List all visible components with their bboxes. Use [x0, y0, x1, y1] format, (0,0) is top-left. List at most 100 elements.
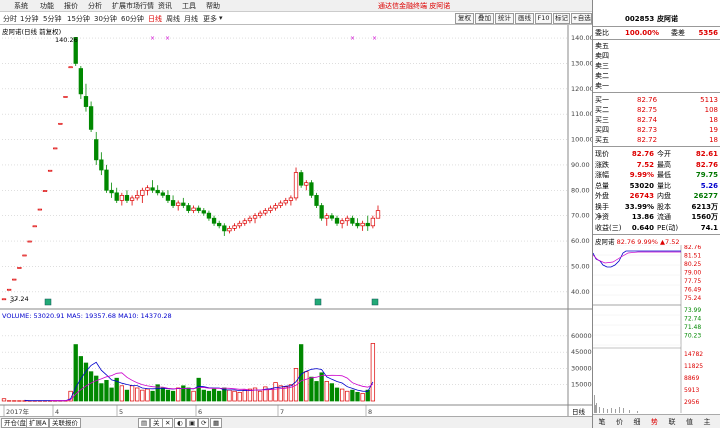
candle [181, 202, 186, 206]
volume-bar [129, 385, 135, 402]
candle [1, 298, 7, 301]
ask-row: 卖五 [595, 42, 609, 50]
mark-button[interactable]: 标记 [553, 13, 570, 24]
adjust-button[interactable]: 复权 [455, 13, 474, 24]
tab-icon-6[interactable]: ⟳ [198, 418, 210, 428]
candle [334, 217, 340, 224]
kline-svg[interactable]: 40.00 50.00 60.00 70.00 80.00 90.00 100.00 110.… [0, 25, 594, 417]
candle [114, 192, 119, 201]
info-icon [371, 298, 379, 306]
y-tick-label: 140.00 [571, 34, 592, 42]
candle [83, 96, 89, 107]
tab-icon-7[interactable]: ▦ [210, 418, 223, 428]
period-monthly[interactable]: 月线 [184, 14, 198, 24]
x-date-label: 7 [280, 408, 284, 416]
x-date-label: 2017年 [6, 407, 30, 416]
candle [140, 189, 145, 196]
menu-quote[interactable]: 报价 [64, 1, 78, 11]
candle [63, 96, 68, 98]
tab-icon-4[interactable]: ◐ [174, 418, 186, 428]
candle [299, 172, 304, 186]
candle [309, 182, 314, 196]
period-5min[interactable]: 5分钟 [43, 14, 61, 24]
period-fenshi[interactable]: 分时 [3, 14, 17, 24]
mini-pct-tick: 70.23 [684, 333, 701, 340]
volume-bar [109, 387, 114, 402]
menu-system[interactable]: 系统 [14, 1, 28, 11]
menu-analysis[interactable]: 分析 [88, 1, 102, 11]
volume-bar [124, 389, 130, 402]
tab-icon-5[interactable]: ▣ [186, 418, 199, 428]
kline-chart-area[interactable]: 40.00 50.00 60.00 70.00 80.00 90.00 100.00 110.… [0, 25, 594, 417]
volume-bar [242, 389, 247, 402]
candle [268, 207, 273, 211]
ask-row: 卖四 [595, 52, 609, 60]
bottom-icon-5[interactable]: 值 [683, 416, 697, 428]
tab-icon-2[interactable]: 关 [150, 418, 163, 428]
period-weekly[interactable]: 周线 [166, 14, 180, 24]
volume-bar [355, 391, 360, 402]
y-tick-label: 110.00 [571, 110, 592, 118]
bottom-icon-3[interactable]: 势 [648, 416, 662, 428]
tab-icon-1[interactable]: ▤ [138, 418, 151, 428]
mini-pct-tick: 72.74 [684, 316, 701, 323]
menu-function[interactable]: 功能 [40, 1, 54, 11]
add-watchlist-button[interactable]: +自选 [571, 13, 592, 24]
candle [27, 240, 32, 243]
candle [293, 172, 299, 199]
mini-price-tick: 76.49 [684, 287, 701, 294]
bottom-icon-1[interactable]: 价 [613, 416, 627, 428]
candle [42, 190, 48, 192]
candle [22, 254, 27, 257]
bottom-icon-4[interactable]: 联 [665, 416, 679, 428]
volume-bar [181, 385, 186, 402]
mini-pct-tick: 73.99 [684, 307, 701, 314]
candle [155, 189, 160, 194]
volume-bar [170, 390, 176, 402]
volume-bar [345, 390, 350, 402]
period-daily[interactable]: 日线 [148, 14, 162, 24]
candle [176, 202, 181, 206]
tab-icon-3[interactable]: ✕ [162, 418, 174, 428]
candle [375, 210, 381, 219]
stat-row: 现价 82.76 今开 82.61 [595, 150, 718, 158]
stats-button[interactable]: 统计 [495, 13, 514, 24]
mini-volume-bar [594, 395, 595, 413]
candle [201, 210, 206, 214]
tab-related-quote[interactable]: 关联报价 [49, 418, 81, 428]
candle [124, 195, 130, 201]
webi-row: 委比 100.00% 委差 5356 [595, 29, 718, 37]
y-tick-label: 60.00 [571, 237, 590, 245]
candle [252, 215, 258, 219]
info-icon [314, 298, 322, 306]
candle [329, 215, 335, 219]
tab-opening[interactable]: 开仓(盘 [1, 418, 30, 428]
bottom-icon-2[interactable]: 细 [630, 416, 644, 428]
tab-extended-a[interactable]: 扩展A [26, 418, 50, 428]
period-30min[interactable]: 30分钟 [94, 14, 117, 24]
y-tick-label: 120.00 [571, 85, 592, 93]
mini-intraday-chart[interactable]: 82.76 81.5180.25 79.0077.75 76.4975.24 73.99… [593, 245, 720, 413]
draw-button[interactable]: 画线 [515, 13, 534, 24]
candle [217, 222, 222, 227]
candle [186, 205, 191, 211]
period-15min[interactable]: 15分钟 [67, 14, 90, 24]
period-60min[interactable]: 60分钟 [121, 14, 144, 24]
menu-help[interactable]: 帮助 [206, 1, 220, 11]
volume-bar [1, 398, 7, 402]
chevron-down-icon[interactable]: ▾ [219, 14, 223, 22]
candle [165, 195, 171, 201]
period-more[interactable]: 更多 [203, 14, 217, 24]
menu-tools[interactable]: 工具 [182, 1, 196, 11]
marker-icon: × [350, 35, 355, 42]
volume-bar [119, 385, 124, 402]
menu-news[interactable]: 资讯 [158, 1, 172, 11]
mini-price-tick: 77.75 [684, 278, 701, 285]
period-1min[interactable]: 1分钟 [20, 14, 38, 24]
menu-extended-market[interactable]: 扩展市场行情 [112, 1, 154, 11]
f10-button[interactable]: F10 [535, 13, 552, 24]
bottom-icon-6[interactable]: 主 [700, 416, 714, 428]
overlay-button[interactable]: 叠加 [475, 13, 494, 24]
mini-vol-tick: 8869 [684, 375, 699, 382]
bottom-icon-0[interactable]: 笔 [595, 416, 609, 428]
